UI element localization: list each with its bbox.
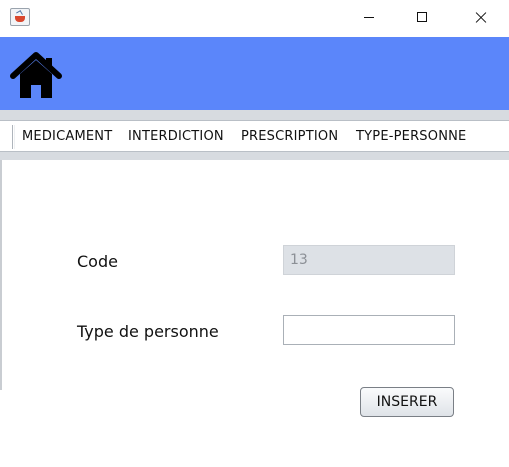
menu-item-type-personne[interactable]: TYPE-PERSONNE: [356, 130, 466, 144]
home-icon[interactable]: [10, 52, 62, 100]
minimize-button[interactable]: [346, 0, 392, 36]
form-panel: [0, 160, 509, 467]
close-button[interactable]: [458, 0, 504, 36]
inserer-button[interactable]: INSERER: [360, 387, 454, 417]
code-field: 13: [283, 245, 455, 275]
panel-border: [0, 160, 2, 390]
java-cup-icon: [10, 8, 30, 26]
menu-item-prescription[interactable]: PRESCRIPTION: [241, 130, 338, 144]
menu-bar: MEDICAMENT INTERDICTION PRESCRIPTION TYP…: [0, 120, 509, 152]
menu-item-interdiction[interactable]: INTERDICTION: [128, 130, 224, 144]
menu-area: MEDICAMENT INTERDICTION PRESCRIPTION TYP…: [0, 110, 509, 160]
maximize-button[interactable]: [400, 0, 446, 36]
type-personne-label: Type de personne: [77, 322, 219, 341]
menu-grip: [12, 125, 15, 149]
header-bar: [0, 37, 509, 110]
menu-item-medicament[interactable]: MEDICAMENT: [22, 130, 112, 144]
minimize-icon: [364, 17, 374, 18]
code-label: Code: [77, 252, 118, 271]
maximize-icon: [417, 12, 427, 22]
title-bar: [0, 0, 509, 36]
type-personne-input[interactable]: [283, 315, 455, 345]
